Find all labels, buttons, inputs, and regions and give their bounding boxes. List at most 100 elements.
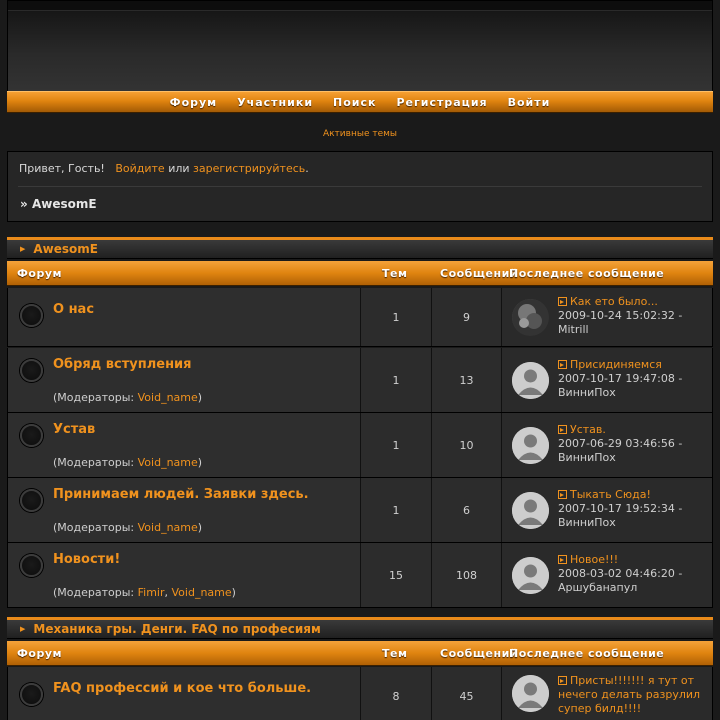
forum-row: О нас 1 9 Как ето было... 2009-10-24 15:02:3… [7, 288, 713, 347]
go-to-post-icon[interactable] [558, 425, 567, 434]
nav-forum[interactable]: Форум [170, 96, 218, 109]
moderator-link[interactable]: Fimir [138, 586, 165, 599]
collapse-arrow-icon[interactable]: ▶ [20, 625, 25, 633]
user-avatar[interactable] [512, 557, 549, 594]
last-post-author[interactable]: ВинниПох [558, 386, 616, 399]
forum-title-link[interactable]: О нас [53, 302, 94, 317]
forum-row: Устав (Модераторы: Void_name) 1 10 Устав. 200… [7, 413, 713, 478]
moderators-label: (Модераторы: [53, 586, 138, 599]
nav-register[interactable]: Регистрация [397, 96, 488, 109]
forum-moderators: (Модераторы: Fimir, Void_name) [53, 586, 236, 599]
last-post-info: Присты!!!!!!! я тут от нечего делать раз… [558, 674, 704, 716]
breadcrumb: » AwesomE [20, 197, 97, 211]
last-post-date: 2007-10-17 19:52:34 - [558, 502, 683, 515]
column-posts: Сообщений [440, 267, 519, 280]
last-post-cell: Тыкать Сюда! 2007-10-17 19:52:34 - ВинниП… [502, 478, 712, 542]
forum-status-icon[interactable] [20, 554, 43, 577]
go-to-post-icon[interactable] [558, 555, 567, 564]
last-post-info: Как ето было... 2009-10-24 15:02:32 - Mit… [558, 295, 704, 337]
forum-row: Новости! (Модераторы: Fimir, Void_name) 15… [7, 543, 713, 608]
go-to-post-icon[interactable] [558, 360, 567, 369]
go-to-post-icon[interactable] [558, 297, 567, 306]
or-text: или [168, 162, 190, 175]
forum-row: Принимаем людей. Заявки здесь. (Модератор… [7, 478, 713, 543]
moderator-link[interactable]: Void_name [138, 521, 198, 534]
last-post-author[interactable]: ВинниПох [558, 451, 616, 464]
moderators-label: (Модераторы: [53, 456, 138, 469]
forum-row: FAQ профессий и кое что больше. 8 45 Присты… [7, 667, 713, 720]
login-link[interactable]: Войдите [115, 162, 164, 175]
moderators-close: ) [197, 456, 203, 469]
column-posts: Сообщений [440, 647, 519, 660]
forum-status-icon[interactable] [20, 304, 43, 327]
last-post-topic-link[interactable]: Присты!!!!!!! я тут от нечего делать раз… [558, 674, 700, 715]
category-title[interactable]: Механика гры. Денги. FAQ по професиям [33, 622, 320, 636]
user-avatar[interactable] [512, 299, 549, 336]
forum-title-link[interactable]: Новости! [53, 552, 120, 567]
forum-title-link[interactable]: Принимаем людей. Заявки здесь. [53, 487, 309, 502]
forum-status-icon[interactable] [20, 424, 43, 447]
forum-moderators: (Модераторы: Void_name) [53, 391, 202, 404]
last-post-author[interactable]: Аршубанапул [558, 581, 637, 594]
last-post-date: 2008-03-02 04:46:20 - [558, 567, 683, 580]
forum-info-cell: Новости! (Модераторы: Fimir, Void_name) [8, 543, 361, 607]
column-last-post: Последнее сообщение [509, 647, 665, 660]
greeting-text: Привет, Гость! [19, 162, 105, 175]
category-header: ▶ AwesomE [7, 237, 713, 259]
last-post-topic-link[interactable]: Тыкать Сюда! [570, 488, 651, 501]
last-post-date: 2007-06-29 03:46:56 - [558, 437, 683, 450]
welcome-box: Привет, Гость! Войдите или зарегистрируй… [7, 151, 713, 222]
last-post-topic-link[interactable]: Устав. [570, 423, 606, 436]
forum-status-icon[interactable] [20, 359, 43, 382]
moderators-close: ) [197, 391, 203, 404]
posts-count: 9 [432, 288, 502, 346]
topics-count: 1 [361, 413, 432, 477]
moderator-link[interactable]: Void_name [138, 391, 198, 404]
category-title[interactable]: AwesomE [33, 242, 98, 256]
posts-count: 10 [432, 413, 502, 477]
forum-title-link[interactable]: Устав [53, 422, 95, 437]
go-to-post-icon[interactable] [558, 676, 567, 685]
posts-count: 13 [432, 348, 502, 412]
moderators-label: (Модераторы: [53, 391, 138, 404]
last-post-cell: Как ето было... 2009-10-24 15:02:32 - Mit… [502, 288, 712, 346]
user-avatar[interactable] [512, 362, 549, 399]
user-avatar[interactable] [512, 675, 549, 712]
breadcrumb-separator: » [20, 197, 28, 211]
column-headers: Форум Тем Сообщений Последнее сообщение [7, 641, 713, 666]
moderator-link[interactable]: Void_name [172, 586, 232, 599]
forum-status-icon[interactable] [20, 489, 43, 512]
breadcrumb-board[interactable]: AwesomE [32, 197, 97, 211]
column-topics: Тем [382, 267, 408, 280]
moderator-separator: , [164, 586, 172, 599]
nav-login[interactable]: Войти [508, 96, 551, 109]
last-post-topic-link[interactable]: Присидиняемся [570, 358, 662, 371]
moderator-link[interactable]: Void_name [138, 456, 198, 469]
last-post-topic-link[interactable]: Новое!!! [570, 553, 618, 566]
nav-search[interactable]: Поиск [333, 96, 376, 109]
moderators-close: ) [197, 521, 203, 534]
last-post-info: Новое!!! 2008-03-02 04:46:20 - Аршубанапу… [558, 553, 704, 595]
user-avatar[interactable] [512, 492, 549, 529]
collapse-arrow-icon[interactable]: ▶ [20, 245, 25, 253]
active-topics-link[interactable]: Активные темы [0, 129, 720, 139]
header-top-strip [8, 1, 712, 11]
user-avatar[interactable] [512, 427, 549, 464]
column-topics: Тем [382, 647, 408, 660]
forum-title-link[interactable]: Обряд вступления [53, 357, 192, 372]
last-post-author[interactable]: Mitrill [558, 323, 589, 336]
last-post-cell: Присидиняемся 2007-10-17 19:47:08 - Винни… [502, 348, 712, 412]
register-link[interactable]: зарегистрируйтесь [193, 162, 305, 175]
last-post-date: 2009-10-24 15:02:32 - [558, 309, 683, 322]
last-post-author[interactable]: ВинниПох [558, 516, 616, 529]
last-post-topic-link[interactable]: Как ето было... [570, 295, 658, 308]
last-post-cell: Присты!!!!!!! я тут от нечего делать раз… [502, 667, 712, 720]
go-to-post-icon[interactable] [558, 490, 567, 499]
forum-title-link[interactable]: FAQ профессий и кое что больше. [53, 681, 311, 696]
last-post-info: Тыкать Сюда! 2007-10-17 19:52:34 - ВинниП… [558, 488, 704, 530]
nav-members[interactable]: Участники [237, 96, 313, 109]
last-post-info: Устав. 2007-06-29 03:46:56 - ВинниПох [558, 423, 704, 465]
posts-count: 108 [432, 543, 502, 607]
divider [18, 186, 702, 187]
forum-status-icon[interactable] [20, 683, 43, 706]
